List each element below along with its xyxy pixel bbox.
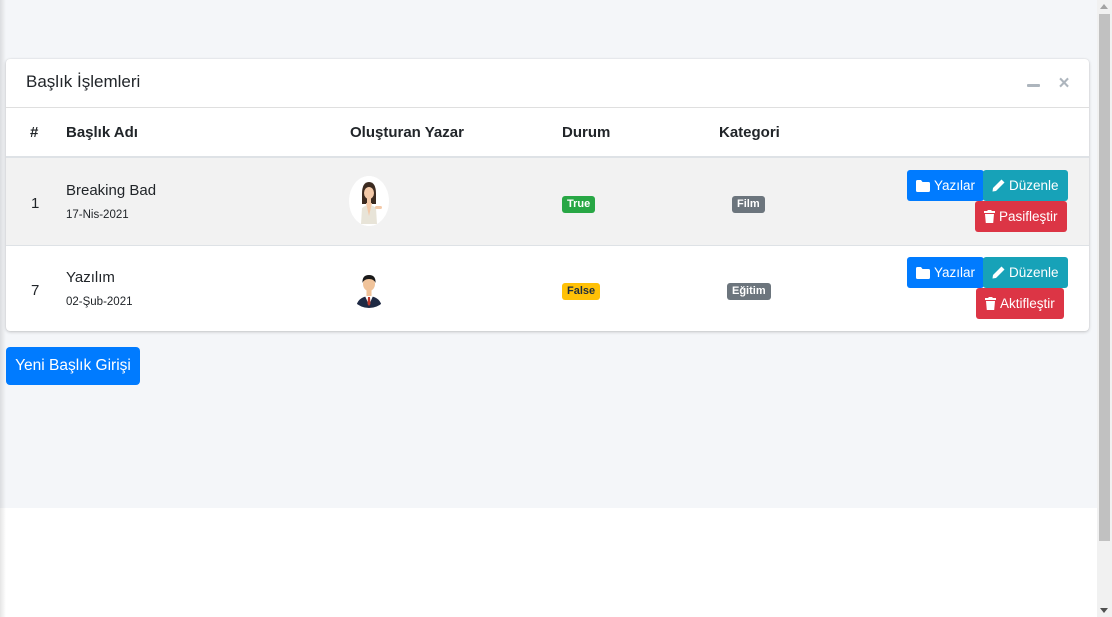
table-row: 1 Breaking Bad 17-Nis-2021 True Film Yaz… (6, 158, 1089, 246)
scroll-down-arrow-icon[interactable] (1100, 608, 1108, 613)
titles-card: Başlık İşlemleri × # Başlık Adı Oluştura… (6, 59, 1089, 331)
posts-button[interactable]: Yazılar (907, 257, 985, 288)
row-date: 17-Nis-2021 (66, 209, 129, 221)
card-header: Başlık İşlemleri × (6, 59, 1089, 108)
header-category: Kategori (719, 124, 780, 141)
pencil-icon (992, 179, 1005, 192)
deactivate-button[interactable]: Pasifleştir (975, 201, 1067, 232)
edit-button[interactable]: Düzenle (983, 170, 1068, 201)
card-title: Başlık İşlemleri (26, 72, 141, 91)
header-author: Oluşturan Yazar (350, 124, 464, 141)
category-badge: Eğitim (727, 283, 771, 300)
trash-icon (985, 297, 996, 310)
trash-icon (984, 210, 995, 223)
category-badge: Film (732, 196, 765, 213)
close-icon[interactable]: × (1057, 74, 1071, 94)
header-title: Başlık Adı (66, 124, 138, 141)
header-status: Durum (562, 124, 611, 141)
folder-icon (916, 266, 930, 279)
edit-button-label: Düzenle (1009, 178, 1059, 193)
row-id: 7 (31, 282, 40, 299)
vertical-scrollbar[interactable] (1097, 0, 1112, 617)
status-badge: False (562, 283, 601, 300)
posts-button-label: Yazılar (934, 265, 976, 280)
male-avatar (349, 268, 389, 308)
table-header: # Başlık Adı Oluşturan Yazar Durum Kateg… (6, 108, 1089, 158)
scrollbar-thumb[interactable] (1099, 14, 1110, 541)
scroll-up-arrow-icon[interactable] (1100, 4, 1108, 9)
row-date: 02-Şub-2021 (66, 296, 133, 308)
posts-button[interactable]: Yazılar (907, 170, 985, 201)
deactivate-button-label: Pasifleştir (999, 209, 1058, 224)
posts-button-label: Yazılar (934, 178, 976, 193)
row-id: 1 (31, 195, 40, 212)
edit-button-label: Düzenle (1009, 265, 1059, 280)
header-index: # (30, 124, 39, 141)
row-title: Breaking Bad (66, 182, 157, 199)
folder-icon (916, 179, 930, 192)
status-badge: True (562, 196, 596, 213)
edit-button[interactable]: Düzenle (983, 257, 1068, 288)
pencil-icon (992, 266, 1005, 279)
female-avatar (349, 176, 389, 226)
table-row: 7 Yazılım 02-Şub-2021 False Eğitim Yazıl… (6, 245, 1089, 331)
row-title: Yazılım (66, 269, 115, 286)
activate-button[interactable]: Aktifleştir (976, 288, 1064, 319)
minus-icon[interactable] (1027, 84, 1040, 87)
activate-button-label: Aktifleştir (1000, 296, 1055, 311)
new-title-button[interactable]: Yeni Başlık Girişi (6, 347, 140, 385)
